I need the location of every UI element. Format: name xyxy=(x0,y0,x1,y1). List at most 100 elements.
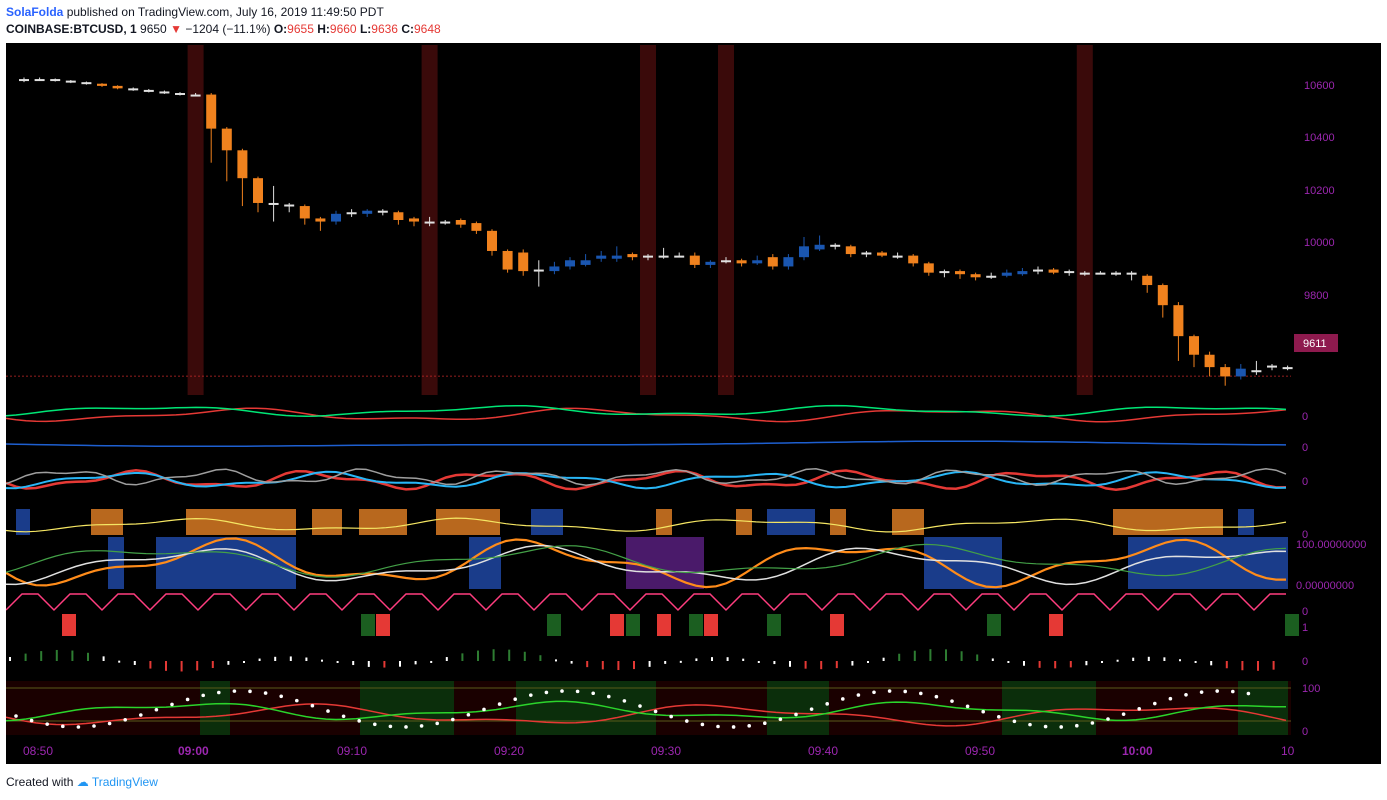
candle-body xyxy=(221,128,232,151)
chart-area[interactable]: 10600 10400 10200 10000 9800 9611 0 0 0 … xyxy=(5,43,1381,764)
candle-body xyxy=(861,252,872,255)
rsi-dot xyxy=(154,707,159,712)
rsi-dot xyxy=(326,709,330,713)
candle-body xyxy=(1095,272,1106,275)
candle-body xyxy=(206,94,217,129)
candle-body xyxy=(190,94,201,97)
rsi-dot xyxy=(170,702,174,707)
time-tick: 09:40 xyxy=(808,744,838,758)
signal-square xyxy=(626,614,640,636)
time-axis: 08:50 09:00 09:10 09:20 09:30 09:40 09:5… xyxy=(23,744,1295,758)
candle-body xyxy=(1111,272,1121,275)
rsi-dot xyxy=(310,703,315,708)
high-value: 9660 xyxy=(329,22,357,36)
histogram-bar xyxy=(211,661,214,669)
rsi-dot xyxy=(139,713,143,717)
candle-body xyxy=(923,263,934,273)
signal-square xyxy=(62,614,76,636)
candle-body xyxy=(1220,367,1231,377)
signal-square xyxy=(830,614,844,636)
rsi-dot xyxy=(763,721,767,725)
axis-zero: 0 xyxy=(1302,411,1308,423)
rsi-dot xyxy=(934,694,939,699)
rsi-dot xyxy=(451,717,455,722)
rsi-dot xyxy=(872,690,876,695)
histogram-bar xyxy=(1163,657,1166,661)
pane4-bar xyxy=(1113,509,1223,535)
publish-info: SolaFolda published on TradingView.com, … xyxy=(6,5,384,19)
signal-square xyxy=(1049,614,1063,636)
rsi-dot xyxy=(981,709,985,714)
candle-body xyxy=(424,221,435,224)
candle-body xyxy=(97,83,107,86)
price-change: −1204 (−11.1%) xyxy=(185,22,271,36)
candle-body xyxy=(455,220,466,225)
rsi-dot xyxy=(76,725,81,729)
indicator-axis: 0 0 0 0 100.00000000 0.00000000 0 1 0 10… xyxy=(1296,411,1366,738)
histogram-bar xyxy=(367,661,370,667)
candle-body xyxy=(970,274,981,278)
axis-zero: 0 xyxy=(1302,656,1308,668)
candle-body xyxy=(268,202,279,205)
rsi-dot xyxy=(92,724,96,728)
time-tick: 10 xyxy=(1281,744,1295,758)
rsi-dot xyxy=(341,714,346,719)
histogram-bar xyxy=(87,652,89,661)
histogram-bar xyxy=(1272,661,1275,670)
author-name[interactable]: SolaFolda xyxy=(6,5,63,19)
published-text: published on TradingView.com, July 16, 2… xyxy=(66,5,384,19)
candle-body xyxy=(736,260,747,264)
histogram-bar xyxy=(352,661,355,666)
candle-body xyxy=(440,221,451,224)
chart-svg[interactable]: 10600 10400 10200 10000 9800 9611 0 0 0 … xyxy=(5,43,1381,764)
rsi-dot xyxy=(1215,689,1219,693)
histogram-bar xyxy=(851,661,854,666)
candle-body xyxy=(892,255,903,258)
created-with-text: Created with xyxy=(6,775,74,789)
baseline-blue xyxy=(5,440,1287,448)
signal-square xyxy=(610,614,624,636)
histogram-bar xyxy=(976,654,979,661)
rsi-dot xyxy=(1231,689,1235,694)
candle-body xyxy=(830,244,841,247)
candle-body xyxy=(799,246,809,258)
histogram-bar xyxy=(40,651,43,661)
rsi-dot xyxy=(232,689,237,693)
signal-square xyxy=(767,614,781,636)
candle-body xyxy=(409,218,419,222)
footer: Created with ☁ TradingView xyxy=(6,775,158,789)
down-arrow-icon: ▼ xyxy=(170,22,182,36)
pane4-bar xyxy=(830,509,846,535)
histogram-bar xyxy=(1038,661,1041,668)
candle-body xyxy=(705,261,716,265)
candle-body xyxy=(362,210,373,214)
histogram-bar xyxy=(617,661,620,671)
histogram-bar xyxy=(882,657,885,661)
histogram-bar xyxy=(570,661,573,664)
rsi-dot xyxy=(248,689,252,694)
pane4-bar xyxy=(656,509,672,535)
histogram-bar xyxy=(321,659,323,662)
histogram-bar xyxy=(414,661,417,665)
price-tick: 10200 xyxy=(1304,185,1335,197)
histogram-bar xyxy=(898,653,901,661)
histogram-bar xyxy=(586,661,589,668)
open-value: 9655 xyxy=(287,22,314,36)
histogram-bar xyxy=(523,651,526,661)
candle-body xyxy=(1048,269,1059,273)
histogram-bar xyxy=(102,656,105,661)
histogram-bar xyxy=(601,661,604,670)
candle-body xyxy=(331,213,341,222)
histogram-bar xyxy=(1101,661,1103,663)
rsi-dot xyxy=(856,693,861,697)
histogram-bar xyxy=(9,657,11,661)
rsi-dot xyxy=(653,709,658,714)
rsi-zone-green xyxy=(200,681,230,735)
trend-line-green xyxy=(5,404,1287,417)
candle-body xyxy=(1064,271,1075,274)
candle-body xyxy=(939,271,950,274)
rsi-zone-green xyxy=(767,681,829,735)
pane4-bar xyxy=(1238,509,1254,535)
brand-link[interactable]: TradingView xyxy=(92,775,158,789)
histogram-bar xyxy=(1023,661,1025,666)
